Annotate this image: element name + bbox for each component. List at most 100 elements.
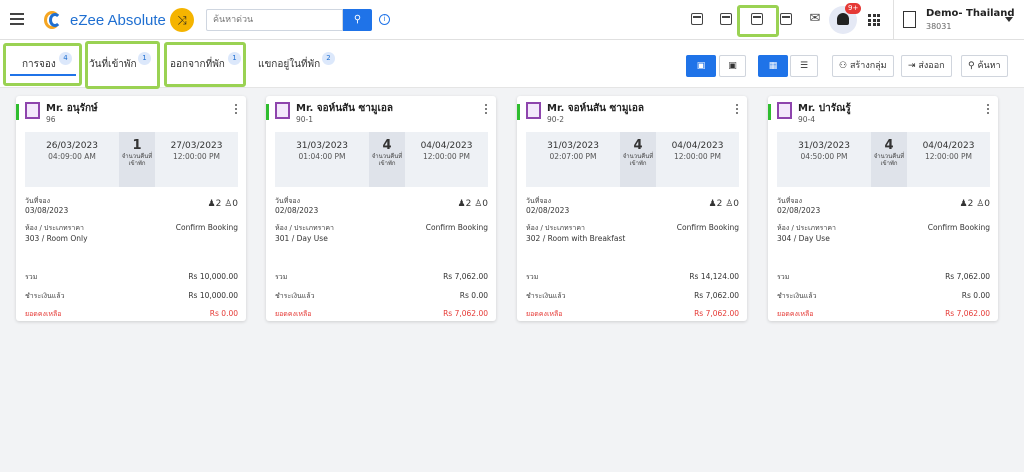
more-icon[interactable] <box>485 104 488 116</box>
checkout-date: 04/04/2023 <box>671 141 724 151</box>
chevron-down-icon[interactable] <box>1005 17 1013 22</box>
total-amount: Rs 14,124.00 <box>689 272 739 281</box>
guest-name[interactable]: Mr. ปารัณรู้ <box>798 101 851 116</box>
more-icon[interactable] <box>235 104 238 116</box>
paid-amount: Rs 10,000.00 <box>188 291 238 300</box>
balance-amount: Rs 7,062.00 <box>694 309 739 318</box>
building-icon <box>903 11 916 28</box>
guest-name[interactable]: Mr. จอห์นสัน ซามูเอล <box>296 101 393 116</box>
export-button[interactable]: ⇥ ส่งออก <box>901 55 952 77</box>
nights-box: 4 จำนวนคืนที่เข้าพัก <box>369 132 405 187</box>
bell-icon <box>837 13 849 25</box>
booking-card[interactable]: Mr. จอห์นสัน ซามูเอล 90-1 4 จำนวนคืนที่เ… <box>266 96 496 321</box>
divider <box>893 0 894 40</box>
export-icon: ⇥ <box>908 61 919 71</box>
adults-count: 2 <box>215 199 222 209</box>
guest-name[interactable]: Mr. จอห์นสัน ซามูเอล <box>547 101 644 116</box>
checkout-date: 04/04/2023 <box>420 141 473 151</box>
room-number: 90-2 <box>547 115 565 124</box>
tab-in-house[interactable]: แขกอยู่ในที่พัก <box>258 57 320 72</box>
search-label: ค้นหา <box>977 61 1001 71</box>
nights-count: 1 <box>132 138 142 153</box>
app-title: eZee Absolute <box>70 11 166 29</box>
nights-box: 4 จำนวนคืนที่เข้าพัก <box>620 132 656 187</box>
hotel-name[interactable]: Demo- Thailand <box>926 8 1015 19</box>
filter-a-button[interactable]: ▣ <box>686 55 716 77</box>
paid-label: ชำระเงินแล้ว <box>526 292 566 300</box>
checkin-date: 31/03/2023 <box>547 141 599 151</box>
shuffle-icon[interactable]: ⤨ <box>170 8 194 32</box>
tab-arrivals[interactable]: วันที่เข้าพัก <box>89 57 137 72</box>
search-toggle-button[interactable]: ⚲ ค้นหา <box>961 55 1008 77</box>
balance-label: ยอดคงเหลือ <box>275 310 312 318</box>
balance-amount: Rs 7,062.00 <box>443 309 488 318</box>
checkout-date: 27/03/2023 <box>170 141 223 151</box>
nights-count: 4 <box>382 138 392 153</box>
nights-label: จำนวนคืนที่เข้าพัก <box>622 153 654 167</box>
calendar-icon[interactable] <box>720 13 732 25</box>
booking-date: 02/08/2023 <box>777 206 821 215</box>
more-icon[interactable] <box>987 104 990 116</box>
checkin-time: 04:50:00 PM <box>800 152 848 161</box>
more-icon[interactable] <box>736 104 739 116</box>
adults-count: 2 <box>716 199 723 209</box>
tab-badge: 1 <box>228 52 241 65</box>
room-number: 90-1 <box>296 115 314 124</box>
booking-card[interactable]: Mr. อนุรักษ์ 96 1 จำนวนคืนที่เข้าพัก 26/… <box>16 96 246 321</box>
active-tab-underline <box>10 74 76 76</box>
checkout-time: 12:00:00 PM <box>172 152 221 161</box>
booking-card[interactable]: Mr. จอห์นสัน ซามูเอล 90-2 4 จำนวนคืนที่เ… <box>517 96 747 321</box>
calendar-add-icon[interactable] <box>691 13 703 25</box>
total-label: รวม <box>777 273 790 281</box>
room-icon <box>275 102 290 119</box>
status-indicator <box>768 104 771 120</box>
tab-badge: 4 <box>59 52 72 65</box>
balance-label: ยอดคงเหลือ <box>526 310 563 318</box>
pax-count: ♟2 ♙0 <box>960 199 991 209</box>
total-amount: Rs 7,062.00 <box>443 272 488 281</box>
create-group-button[interactable]: ⚇ สร้างกลุ่ม <box>832 55 894 77</box>
balance-amount: Rs 7,062.00 <box>945 309 990 318</box>
pax-count: ♟2 ♙0 <box>208 199 239 209</box>
mail-icon[interactable]: ✉ <box>808 12 822 26</box>
quick-search-input[interactable] <box>206 9 343 31</box>
total-label: รวม <box>526 273 539 281</box>
filter-b-button[interactable]: ▣ <box>719 55 746 77</box>
booking-date: 03/08/2023 <box>25 206 69 215</box>
calendar-highlight <box>737 5 779 37</box>
paid-label: ชำระเงินแล้ว <box>275 292 315 300</box>
room-icon <box>526 102 541 119</box>
room-rate: 301 / Day Use <box>275 234 328 243</box>
calendar-alert-icon[interactable] <box>780 13 792 25</box>
booking-status: Confirm Booking <box>676 223 739 232</box>
total-amount: Rs 7,062.00 <box>945 272 990 281</box>
room-number: 96 <box>46 115 56 124</box>
apps-grid-icon[interactable] <box>868 14 880 26</box>
menu-icon[interactable] <box>10 13 24 25</box>
room-number: 90-4 <box>798 115 816 124</box>
paid-amount: Rs 7,062.00 <box>694 291 739 300</box>
info-icon[interactable]: i <box>379 14 390 25</box>
list-view-button[interactable]: ☰ <box>790 55 818 77</box>
booking-status: Confirm Booking <box>927 223 990 232</box>
export-label: ส่งออก <box>918 61 945 71</box>
notification-badge: 9+ <box>845 3 862 14</box>
checkin-time: 02:07:00 PM <box>549 152 597 161</box>
booking-status: Confirm Booking <box>425 223 488 232</box>
tab-reservations[interactable]: การจอง <box>22 57 56 72</box>
checkout-time: 12:00:00 PM <box>422 152 471 161</box>
search-button[interactable]: ⚲ <box>343 9 372 31</box>
room-rate-label: ห้อง / ประเภทราคา <box>275 224 334 232</box>
nights-box: 4 จำนวนคืนที่เข้าพัก <box>871 132 907 187</box>
grid-view-button[interactable]: ▦ <box>758 55 788 77</box>
app-logo[interactable]: eZee Absolute <box>44 10 166 30</box>
booking-card[interactable]: Mr. ปารัณรู้ 90-4 4 จำนวนคืนที่เข้าพัก 3… <box>768 96 998 321</box>
pax-count: ♟2 ♙0 <box>709 199 740 209</box>
guest-name[interactable]: Mr. อนุรักษ์ <box>46 101 98 116</box>
booking-date: 02/08/2023 <box>526 206 570 215</box>
tab-departures[interactable]: ออกจากที่พัก <box>170 57 225 72</box>
nights-label: จำนวนคืนที่เข้าพัก <box>873 153 905 167</box>
status-indicator <box>16 104 19 120</box>
paid-amount: Rs 0.00 <box>961 291 990 300</box>
pax-count: ♟2 ♙0 <box>458 199 489 209</box>
